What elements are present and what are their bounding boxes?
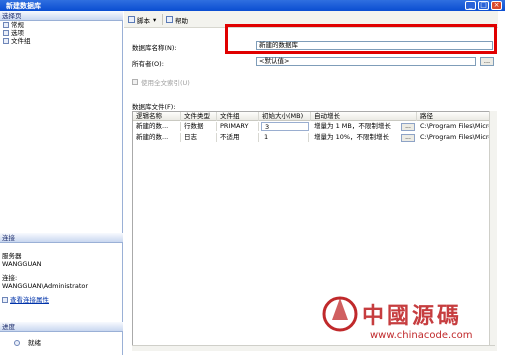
view-connection-properties[interactable]: 查看连接属性 (0, 296, 122, 304)
progress-header: 进度 (0, 322, 123, 332)
nav-item-options[interactable]: 选项 (0, 29, 122, 37)
page-icon (3, 30, 9, 36)
table-row[interactable]: 新建的数... 行数据 PRIMARY 3 增量为 1 MB，不限制增长 ...… (133, 122, 494, 132)
cell-file-type[interactable]: 日志 (181, 133, 217, 142)
cell-path[interactable]: C:\Program Files\Micro (417, 133, 494, 142)
cell-logical-name[interactable]: 新建的数... (133, 133, 181, 142)
col-file-type[interactable]: 文件类型 (181, 112, 217, 121)
chevron-down-icon: ▾ (153, 15, 157, 24)
page-icon (3, 22, 9, 28)
script-label: 脚本 (137, 16, 150, 25)
watermark-text: 中國源碼 (362, 303, 463, 329)
db-name-label: 数据库名称(N): (132, 44, 177, 52)
nav-item-filegroups[interactable]: 文件组 (0, 37, 122, 45)
progress-icon (14, 340, 20, 346)
col-filegroup[interactable]: 文件组 (217, 112, 259, 121)
cell-filegroup[interactable]: 不适用 (217, 133, 259, 142)
nav-item-label: 文件组 (11, 37, 31, 45)
table-row[interactable]: 新建的数... 日志 不适用 1 增量为 10%，不限制增长 ... C:\Pr… (133, 133, 494, 143)
fulltext-checkbox[interactable]: 使用全文索引(U) (132, 77, 190, 87)
nav-item-label: 常规 (11, 21, 24, 29)
cell-autogrowth[interactable]: 增量为 10%，不限制增长 (311, 133, 399, 142)
col-path[interactable]: 路径 (417, 112, 494, 121)
col-logical-name[interactable]: 逻辑名称 (133, 112, 181, 121)
fulltext-label: 使用全文索引(U) (141, 79, 190, 87)
cell-filegroup[interactable]: PRIMARY (217, 122, 259, 131)
help-label: 帮助 (175, 16, 188, 25)
page-nav: 常规 选项 文件组 (0, 21, 122, 45)
select-page-header: 选择页 (0, 11, 123, 21)
watermark-url: www.chinacode.com (370, 330, 473, 341)
toolbar-separator (162, 14, 163, 25)
title-bar: 新建数据库 _ □ × (0, 0, 505, 11)
owner-label: 所有者(O): (132, 60, 164, 68)
highlight-box (225, 24, 497, 54)
autogrowth-browse-button[interactable]: ... (401, 123, 415, 131)
properties-icon (2, 297, 8, 303)
page-icon (3, 38, 9, 44)
window-title: 新建数据库 (6, 2, 41, 10)
cell-logical-name[interactable]: 新建的数... (133, 122, 181, 131)
progress-status: 就绪 (12, 339, 41, 347)
watermark-logo-icon (322, 296, 358, 332)
script-button[interactable]: 脚本 ▾ (128, 15, 157, 25)
cell-autogrowth[interactable]: 增量为 1 MB，不限制增长 (311, 122, 399, 131)
cell-initial-size[interactable]: 1 (261, 133, 309, 142)
nav-item-general[interactable]: 常规 (0, 21, 122, 29)
col-autogrowth[interactable]: 自动增长 (311, 112, 417, 121)
watermark: 中國源碼 www.chinacode.com (318, 290, 498, 350)
cell-file-type[interactable]: 行数据 (181, 122, 217, 131)
checkbox-icon (132, 79, 138, 85)
connection-info: 服务器 WANGGUAN 连接: WANGGUAN\Administrator … (0, 252, 122, 304)
help-button[interactable]: 帮助 (166, 15, 188, 25)
maximize-button[interactable]: □ (478, 1, 489, 10)
server-value: WANGGUAN (2, 260, 42, 268)
owner-input[interactable]: <默认值> (256, 57, 476, 66)
script-icon (128, 16, 135, 23)
nav-item-label: 选项 (11, 29, 24, 37)
cell-path[interactable]: C:\Program Files\Micro (417, 122, 494, 131)
help-icon (166, 16, 173, 23)
cell-initial-size[interactable]: 3 (261, 122, 309, 131)
db-files-label: 数据库文件(F): (132, 103, 176, 111)
connection-value: WANGGUAN\Administrator (2, 282, 89, 290)
server-label: 服务器 (2, 252, 22, 260)
col-initial-size[interactable]: 初始大小(MB) (259, 112, 311, 121)
left-pane: 选择页 常规 选项 文件组 连接 服务器 WANGGUAN 连接: WANGGU… (0, 11, 123, 355)
connection-label: 连接: (2, 274, 18, 282)
close-button[interactable]: × (491, 1, 502, 10)
progress-status-text: 就绪 (28, 339, 41, 347)
owner-browse-button[interactable]: ... (480, 57, 494, 66)
view-connection-properties-link[interactable]: 查看连接属性 (10, 296, 49, 304)
grid-header: 逻辑名称 文件类型 文件组 初始大小(MB) 自动增长 路径 (133, 112, 494, 121)
connection-header: 连接 (0, 233, 123, 243)
minimize-button[interactable]: _ (465, 1, 476, 10)
autogrowth-browse-button[interactable]: ... (401, 134, 415, 142)
